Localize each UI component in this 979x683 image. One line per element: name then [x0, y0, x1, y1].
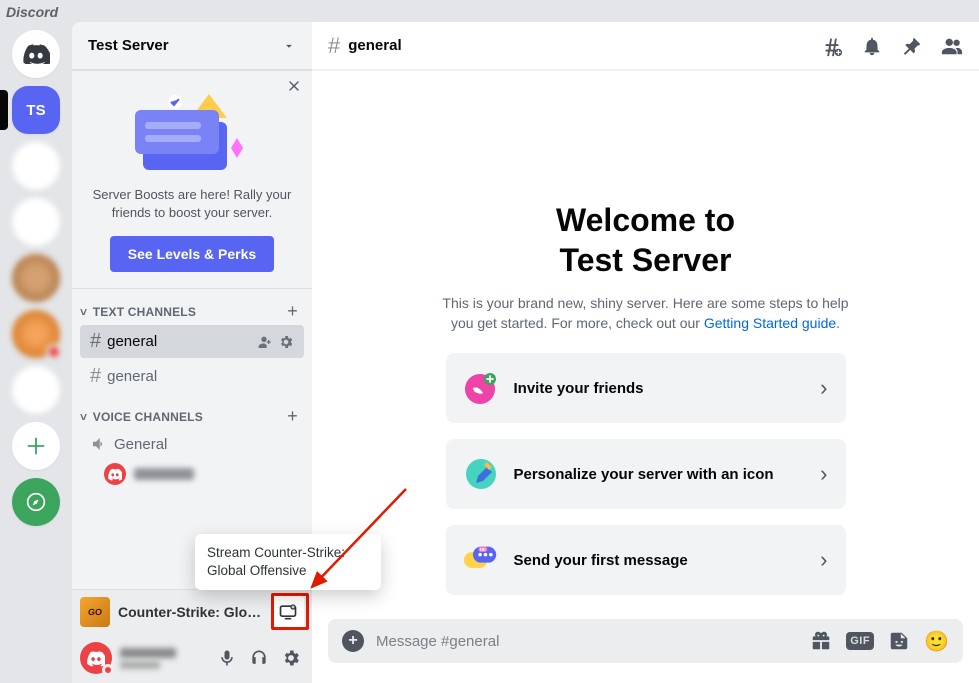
boost-card: Server Boosts are here! Rally your frien… — [72, 70, 312, 289]
message-art-icon: HI! — [464, 543, 498, 577]
channel-general-active[interactable]: # general — [80, 325, 304, 358]
deafen-button[interactable] — [246, 645, 272, 671]
category-voice-channels[interactable]: ˅ VOICE CHANNELS + — [72, 394, 312, 429]
getting-started-link[interactable]: Getting Started guide — [704, 315, 836, 331]
attach-button[interactable]: + — [342, 630, 364, 652]
channel-general[interactable]: # general — [80, 360, 304, 393]
status-dnd-icon — [102, 664, 114, 676]
activity-panel: GO Counter-Strike: Global ... — [72, 589, 312, 633]
server-selected[interactable]: TS — [12, 86, 60, 134]
speaker-icon — [90, 435, 108, 453]
hash-icon: # — [328, 33, 340, 59]
boost-text: Server Boosts are here! Rally your frien… — [88, 186, 296, 222]
server-item[interactable] — [12, 366, 60, 414]
game-icon: GO — [80, 597, 110, 627]
mute-button[interactable] — [214, 645, 240, 671]
hash-icon: # — [90, 365, 101, 388]
stream-button[interactable] — [272, 596, 304, 628]
avatar[interactable] — [80, 642, 112, 674]
chevron-down-icon — [282, 39, 296, 53]
threads-icon — [821, 35, 843, 57]
stream-tooltip: Stream Counter-Strike: Global Offensive — [195, 534, 381, 590]
voice-user-name — [134, 468, 194, 480]
avatar — [104, 463, 126, 485]
voice-channel-general[interactable]: General — [80, 430, 304, 458]
threads-button[interactable] — [821, 35, 843, 57]
bell-icon — [861, 35, 883, 57]
gear-icon[interactable] — [278, 334, 294, 350]
activity-label: Counter-Strike: Global ... — [118, 604, 264, 620]
gif-button[interactable]: GIF — [846, 632, 874, 650]
chevron-down-icon: ˅ — [80, 305, 87, 319]
add-server-button[interactable] — [12, 422, 60, 470]
server-item[interactable] — [12, 142, 60, 190]
add-text-channel-button[interactable]: + — [287, 301, 298, 322]
invite-art-icon — [464, 371, 498, 405]
onboarding-invite[interactable]: Invite your friends › — [446, 353, 846, 423]
welcome-title: Welcome toTest Server — [556, 200, 735, 280]
explore-button[interactable] — [12, 478, 60, 526]
gift-button[interactable] — [810, 630, 832, 652]
user-panel — [72, 633, 312, 683]
sticker-icon — [888, 630, 910, 652]
add-voice-channel-button[interactable]: + — [287, 406, 298, 427]
server-initials: TS — [26, 102, 45, 119]
personalize-art-icon — [464, 457, 498, 491]
boost-art — [88, 90, 296, 176]
channel-label: general — [107, 368, 157, 385]
voice-user[interactable] — [72, 459, 312, 489]
chevron-right-icon: › — [820, 375, 827, 401]
message-input[interactable] — [376, 633, 798, 650]
hash-icon: # — [90, 330, 101, 353]
svg-text:HI!: HI! — [479, 547, 485, 552]
welcome-area: Welcome toTest Server This is your brand… — [312, 70, 979, 619]
server-name: Test Server — [88, 37, 169, 54]
invite-icon[interactable] — [256, 334, 272, 350]
sticker-button[interactable] — [888, 630, 910, 652]
home-button[interactable] — [12, 30, 60, 78]
channel-label: General — [114, 436, 167, 453]
pinned-button[interactable] — [901, 35, 923, 57]
card-label: Send your first message — [514, 552, 688, 569]
members-icon — [941, 35, 963, 57]
mention-badge — [46, 344, 62, 360]
user-name-block — [120, 648, 176, 669]
pin-icon — [901, 35, 923, 57]
gift-icon — [810, 630, 832, 652]
plus-icon — [25, 435, 47, 457]
server-rail: TS — [0, 22, 72, 683]
card-label: Personalize your server with an icon — [514, 466, 774, 483]
emoji-button[interactable]: 🙂 — [924, 629, 949, 654]
microphone-icon — [217, 648, 237, 668]
boost-levels-button[interactable]: See Levels & Perks — [110, 236, 274, 272]
chevron-down-icon: ˅ — [80, 410, 87, 424]
server-header[interactable]: Test Server — [72, 22, 312, 70]
compass-icon — [26, 492, 46, 512]
notifications-button[interactable] — [861, 35, 883, 57]
server-item[interactable] — [12, 254, 60, 302]
chat-header: # general — [312, 22, 979, 70]
chat-area: # general Welcome toTest Server This is … — [312, 22, 979, 683]
server-item[interactable] — [12, 310, 60, 358]
channel-title: general — [348, 37, 401, 54]
selection-pill — [0, 90, 8, 130]
chevron-right-icon: › — [820, 461, 827, 487]
user-settings-button[interactable] — [278, 645, 304, 671]
card-label: Invite your friends — [514, 380, 644, 397]
welcome-subtitle: This is your brand new, shiny server. He… — [431, 294, 861, 333]
discord-logo-icon — [22, 44, 50, 64]
headphones-icon — [249, 648, 269, 668]
category-text-channels[interactable]: ˅ TEXT CHANNELS + — [72, 289, 312, 324]
close-icon[interactable] — [286, 78, 302, 94]
gear-icon — [281, 648, 301, 668]
chevron-right-icon: › — [820, 547, 827, 573]
channel-label: general — [107, 333, 157, 350]
screen-share-icon — [278, 602, 298, 622]
onboarding-personalize[interactable]: Personalize your server with an icon › — [446, 439, 846, 509]
member-list-button[interactable] — [941, 35, 963, 57]
onboarding-send-first[interactable]: HI! Send your first message › — [446, 525, 846, 595]
message-composer: + GIF 🙂 — [328, 619, 963, 663]
brand-label: Discord — [6, 4, 58, 20]
server-item[interactable] — [12, 198, 60, 246]
